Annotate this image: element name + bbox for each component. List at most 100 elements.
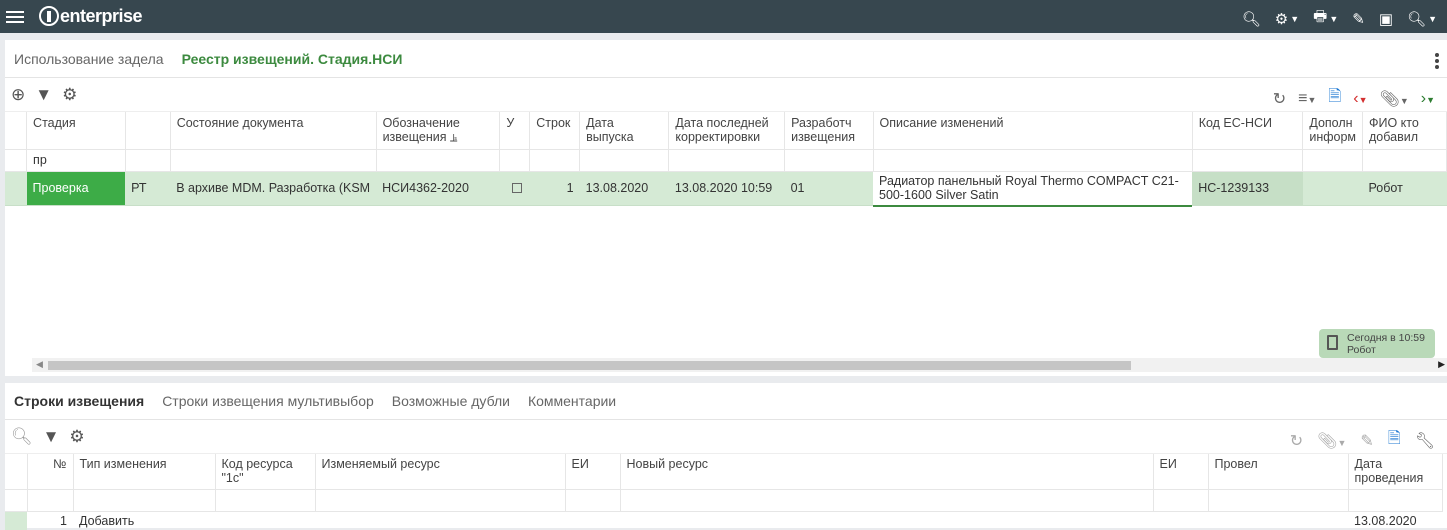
column-header[interactable]: Дата проведения	[1348, 454, 1443, 490]
row-selector[interactable]	[5, 511, 27, 530]
posted-date-cell[interactable]: 13.08.2020	[1348, 511, 1442, 530]
unit-cell[interactable]	[565, 511, 620, 530]
settings-icon[interactable]: ⚙	[69, 427, 84, 447]
table-row[interactable]: 1 Добавить 13.08.2020	[5, 511, 1442, 530]
number-cell[interactable]: 1	[27, 511, 73, 530]
checkbox[interactable]	[511, 183, 522, 193]
filter-cell[interactable]	[620, 489, 1154, 512]
stage-filter-input[interactable]: пр	[26, 149, 126, 172]
filter-cell[interactable]	[499, 149, 531, 172]
settings-icon[interactable]: ⚙	[62, 85, 77, 105]
tab-notice-lines[interactable]: Строки извещения	[14, 393, 144, 409]
type-cell[interactable]: РТ	[125, 171, 171, 206]
filter-cell[interactable]	[873, 149, 1193, 172]
column-header[interactable]: Дата последней корректировки	[668, 112, 786, 150]
column-header[interactable]: ЕИ	[1153, 454, 1209, 490]
horizontal-scrollbar[interactable]: ◀ ▶	[32, 358, 1447, 372]
gear-icon[interactable]: ⚙ ▼	[1275, 10, 1299, 28]
filter-cell[interactable]	[215, 489, 316, 512]
column-header[interactable]: №	[27, 454, 74, 490]
column-header[interactable]: ФИО кто добавил	[1362, 112, 1447, 150]
column-header[interactable]: Изменяемый ресурс	[315, 454, 566, 490]
flag-cell[interactable]	[499, 171, 530, 206]
filter-cell[interactable]	[1302, 149, 1363, 172]
filter-cell[interactable]	[27, 489, 74, 512]
column-header[interactable]: Разработч извещения	[784, 112, 874, 150]
description-cell[interactable]: Радиатор панельный Royal Thermo COMPACT …	[873, 171, 1193, 207]
forward-icon[interactable]: ›▼	[1421, 90, 1435, 108]
filter-cell[interactable]	[170, 149, 377, 172]
column-header[interactable]: Состояние документа	[170, 112, 377, 150]
document-icon[interactable]: 🗎︎	[1328, 85, 1341, 112]
resource-code-cell[interactable]	[215, 511, 315, 530]
wrench-icon[interactable]: 🔧︎	[1415, 431, 1435, 451]
edit-icon[interactable]: ✎	[1352, 10, 1365, 28]
column-header[interactable]: Провел	[1208, 454, 1349, 490]
state-cell[interactable]: В архиве MDM. Разработка (KSM	[170, 171, 377, 206]
filter-cell[interactable]	[579, 149, 670, 172]
filter-cell[interactable]	[1362, 149, 1447, 172]
column-header[interactable]: Строк	[529, 112, 581, 150]
column-header[interactable]: У	[499, 112, 531, 150]
menu-icon[interactable]	[6, 8, 24, 24]
lines-cell[interactable]: 1	[529, 171, 580, 206]
column-header[interactable]: Код ЕС-НСИ	[1192, 112, 1304, 150]
row-selector[interactable]	[5, 171, 27, 206]
edit-icon[interactable]: ✎	[1360, 431, 1373, 451]
filter-cell[interactable]	[529, 149, 581, 172]
scroll-left-icon[interactable]: ◀	[36, 359, 43, 370]
last-edit-cell[interactable]: 13.08.2020 10:59	[668, 171, 785, 206]
filter-icon[interactable]: ▼	[43, 427, 60, 447]
back-icon[interactable]: ‹▼	[1353, 90, 1367, 108]
column-header[interactable]: Код ресурса "1с"	[215, 454, 316, 490]
filter-cell[interactable]	[565, 489, 621, 512]
filter-cell[interactable]	[376, 149, 501, 172]
column-header[interactable]: Стадия	[26, 112, 126, 150]
column-header[interactable]: Дополн информ	[1302, 112, 1363, 150]
filter-icon[interactable]: ▼	[35, 85, 52, 105]
code-cell[interactable]: НС-1239133	[1192, 171, 1303, 206]
refresh-icon[interactable]: ↻	[1273, 89, 1286, 109]
filter-cell[interactable]	[1348, 489, 1443, 512]
zoom-search-icon[interactable]: ⊕	[11, 85, 25, 105]
scroll-right-icon[interactable]: ▶	[1438, 359, 1445, 370]
tab-notice-lines-multiselect[interactable]: Строки извещения мультивыбор	[162, 393, 374, 409]
tab-backlog-usage[interactable]: Использование задела	[14, 51, 164, 67]
column-header[interactable]: Описание изменений	[873, 112, 1193, 150]
column-header[interactable]	[125, 112, 171, 150]
column-header[interactable]: Тип изменения	[73, 454, 216, 490]
archive-icon[interactable]: ▣	[1379, 10, 1393, 28]
added-by-cell[interactable]: Робот	[1362, 171, 1447, 206]
extra-cell[interactable]	[1302, 171, 1363, 206]
sort-filter-icon[interactable]: ≡▼	[1298, 90, 1316, 108]
unit-cell[interactable]	[1153, 511, 1208, 530]
attachment-icon[interactable]: 📎︎▼	[1317, 431, 1346, 451]
column-header[interactable]: ЕИ	[565, 454, 621, 490]
more-menu-icon[interactable]	[1435, 53, 1439, 71]
filter-cell[interactable]	[784, 149, 874, 172]
print-icon[interactable]: 🖶︎ ▼	[1313, 6, 1338, 31]
app-logo[interactable]: enterprise	[39, 5, 143, 27]
filter-cell[interactable]	[1208, 489, 1349, 512]
filter-cell[interactable]	[315, 489, 566, 512]
filter-cell[interactable]	[73, 489, 216, 512]
refresh-icon[interactable]: ↻	[1290, 431, 1303, 451]
filter-cell[interactable]	[1192, 149, 1304, 172]
new-resource-cell[interactable]	[620, 511, 1153, 530]
change-stamp[interactable]: Сегодня в 10:59 Робот	[1319, 329, 1435, 358]
change-type-cell[interactable]: Добавить	[73, 511, 215, 530]
sort-icon[interactable]: ⫡	[450, 132, 457, 144]
tab-notice-registry[interactable]: Реестр извещений. Стадия.НСИ	[182, 51, 403, 67]
notice-cell[interactable]: НСИ4362-2020	[376, 171, 500, 206]
posted-by-cell[interactable]	[1208, 511, 1348, 530]
filter-cell[interactable]	[1153, 489, 1209, 512]
tab-comments[interactable]: Комментарии	[528, 393, 616, 409]
document-icon[interactable]: 🗎︎	[1388, 427, 1401, 454]
table-row[interactable]: Проверка РТ В архиве MDM. Разработка (KS…	[5, 171, 1447, 207]
attachment-icon[interactable]: 📎︎▼	[1380, 89, 1409, 109]
search-icon[interactable]: 🔍︎	[1242, 10, 1261, 28]
scrollbar-thumb[interactable]	[48, 361, 1131, 370]
column-header[interactable]: Дата выпуска	[579, 112, 670, 150]
search-menu-icon[interactable]: 🔍︎ ▼	[1407, 10, 1437, 28]
filter-cell[interactable]	[668, 149, 786, 172]
